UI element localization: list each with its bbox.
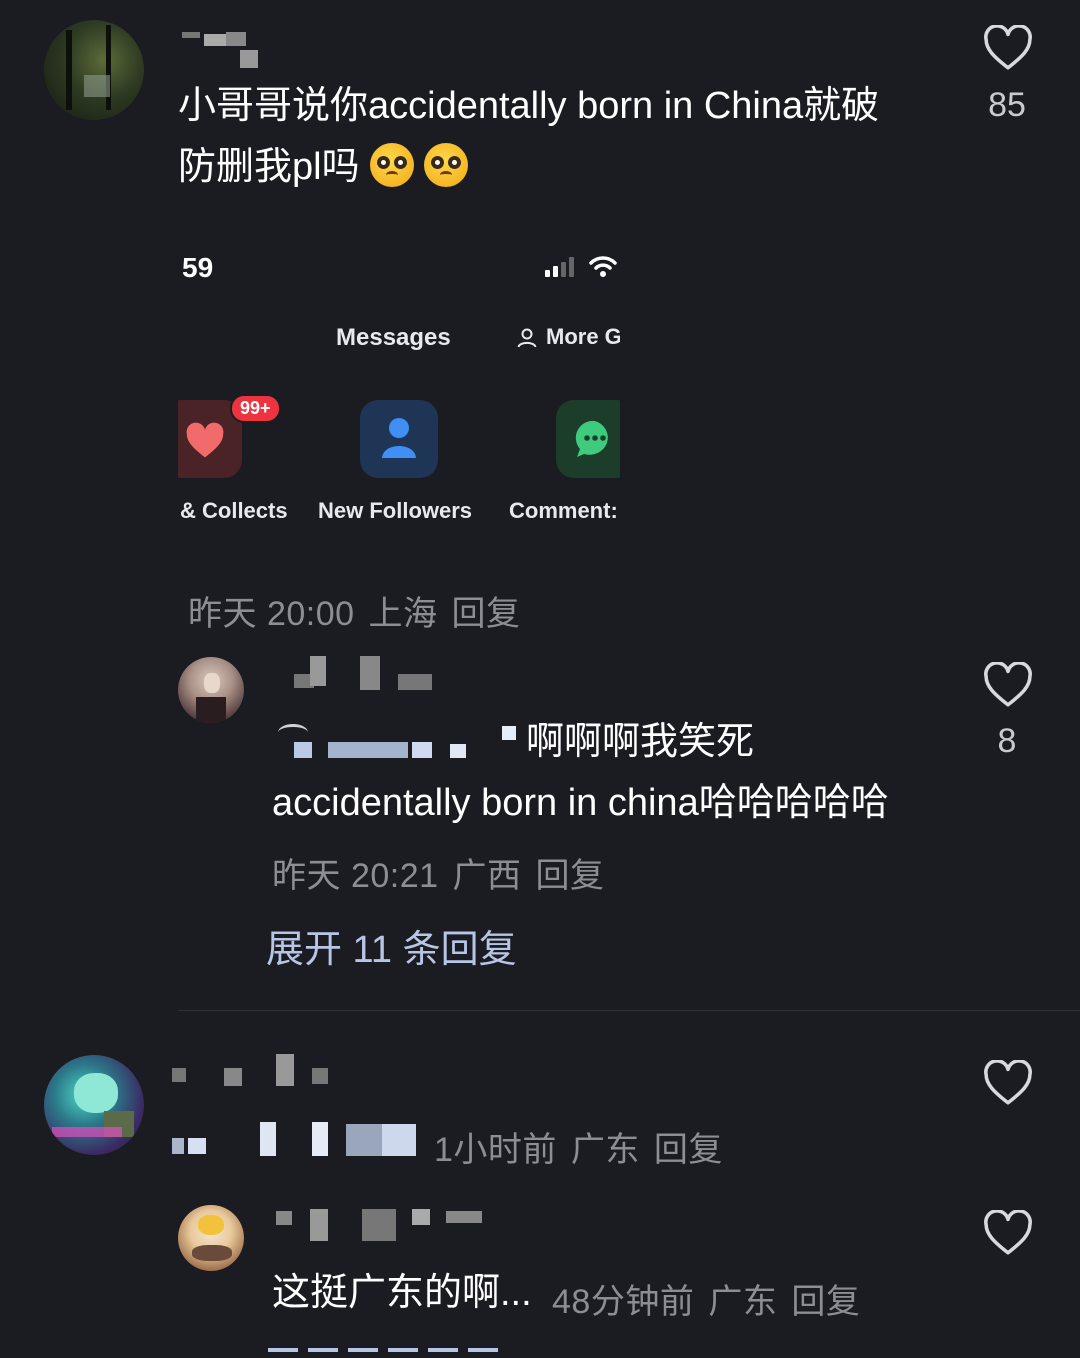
heart-outline-icon[interactable]: [983, 662, 1033, 708]
comments-tile: [556, 400, 620, 478]
comment-location: 广西: [452, 857, 522, 895]
tile-label: New Followers: [318, 498, 473, 523]
comment-time: 昨天 20:21: [272, 857, 439, 895]
heart-icon: [186, 422, 224, 458]
comment-text: 小哥哥说你accidentally born in China就破 防删我pl吗: [178, 76, 938, 198]
comment-location: 广东: [570, 1131, 640, 1169]
new-followers-tile: [360, 400, 438, 478]
comment-text-line: 防删我pl吗: [178, 137, 938, 198]
username-redacted: [172, 1050, 342, 1098]
comment-text: 啊啊啊我笑死 accidentally born in china哈哈哈哈哈: [272, 712, 952, 834]
comment-time: 昨天 20:00: [188, 595, 355, 633]
comment-text-line: accidentally born in china哈哈哈哈哈: [272, 782, 889, 824]
heart-outline-icon[interactable]: [983, 25, 1033, 71]
messages-title: Messages: [336, 324, 451, 351]
tile-label: Comment:: [509, 498, 618, 523]
comment-meta: 昨天 20:21 广西 回复: [272, 848, 619, 897]
reply-button[interactable]: 回复: [452, 595, 521, 633]
tile-label: & Collects: [180, 498, 288, 523]
like-count: 85: [988, 86, 1026, 124]
pleading-face-emoji: [369, 142, 414, 187]
wifi-icon: [589, 256, 617, 277]
comment-text: 这挺广东的啊...: [272, 1272, 532, 1314]
username-redacted: [294, 656, 444, 696]
reply-button[interactable]: 回复: [654, 1131, 723, 1169]
comment-location: 广东: [708, 1283, 778, 1321]
more-button: More G: [546, 324, 620, 349]
chat-bubble-icon: [575, 420, 608, 457]
heart-outline-icon[interactable]: [983, 1210, 1033, 1256]
comment-text-redacted: [172, 1120, 422, 1160]
comment-location: 上海: [368, 595, 438, 633]
divider: [178, 1010, 1080, 1011]
expand-replies-button[interactable]: 展开 11 条回复: [266, 918, 517, 973]
avatar[interactable]: [44, 20, 144, 120]
comment-meta: 48分钟前 广东 回复: [552, 1274, 874, 1323]
comment-meta: 1小时前 广东 回复: [434, 1122, 737, 1171]
expand-replies-partial[interactable]: [268, 1346, 504, 1358]
avatar[interactable]: [178, 1205, 244, 1271]
pleading-face-emoji: [423, 142, 468, 187]
like-count: 8: [997, 722, 1017, 760]
comment-meta: 昨天 20:00 上海 回复: [188, 586, 535, 635]
comment-text-line: 啊啊啊我笑死: [526, 721, 755, 763]
comment-text-line: 小哥哥说你accidentally born in China就破: [178, 85, 880, 127]
username-redacted: [182, 28, 262, 72]
reply-button[interactable]: 回复: [791, 1283, 860, 1321]
comment-time: 1小时前: [434, 1131, 557, 1169]
embedded-screenshot[interactable]: 59 Messages More G 99+ & Collects New Fo…: [178, 230, 620, 540]
heart-outline-icon[interactable]: [983, 1060, 1033, 1106]
comment-time: 48分钟前: [552, 1283, 695, 1321]
username-redacted: [276, 1205, 486, 1245]
avatar[interactable]: [178, 657, 244, 723]
avatar[interactable]: [44, 1055, 144, 1155]
reply-button[interactable]: 回复: [536, 857, 605, 895]
status-time: 59: [182, 252, 214, 283]
person-icon: [382, 418, 416, 458]
notification-badge: 99+: [230, 394, 281, 423]
person-outline-icon: [517, 328, 537, 348]
signal-icon: [545, 257, 574, 277]
